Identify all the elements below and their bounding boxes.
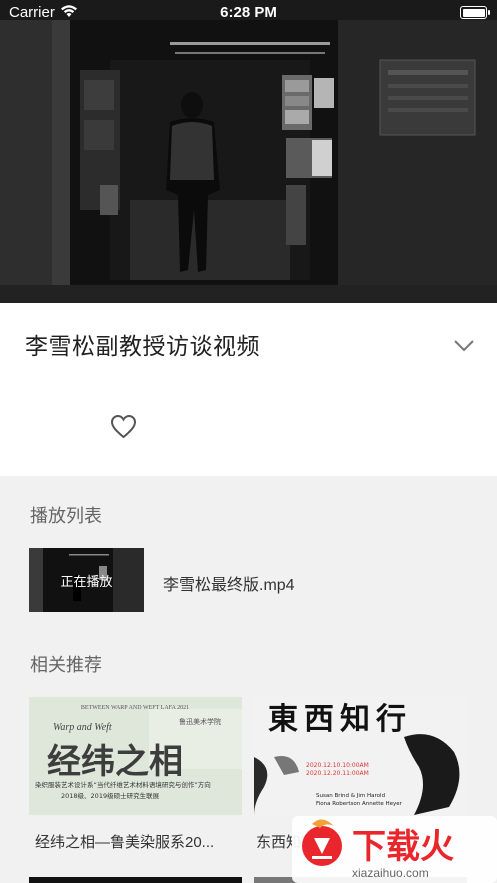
poster-2-date-1: 2020.12.10.10:00AM — [306, 762, 369, 769]
clock: 6:28 PM — [220, 4, 277, 21]
recommended-card-1-label[interactable]: 经纬之相—鲁美染服系20... — [35, 831, 240, 852]
next-card-edge — [29, 877, 242, 883]
screen: Carrier 6:28 PM 李雪松副教授访谈视频 播放列表 正在播放 李雪松… — [0, 0, 497, 883]
poster-2: 東西知行 2020.12.10.10:00AM 2020.12.20.11:00… — [254, 697, 467, 815]
watermark-text: 下载火 — [352, 827, 454, 867]
chevron-down-icon[interactable] — [452, 337, 476, 353]
site-watermark-logo: 下载火 xiazaihuo.com — [292, 816, 497, 883]
playlist-heading: 播放列表 — [30, 506, 102, 526]
poster-2-names-1: Susan Brind & Jim Harold — [316, 793, 385, 799]
poster-1-big-title: 经纬之相 — [47, 742, 183, 782]
video-player[interactable]: Carrier 6:28 PM — [0, 0, 497, 303]
recommended-card-2[interactable]: 東西知行 2020.12.10.10:00AM 2020.12.20.11:00… — [254, 697, 467, 815]
poster-1-school: 鲁迅美术学院 — [179, 717, 221, 726]
poster-2-date-2: 2020.12.20.11:00AM — [306, 770, 369, 777]
recommended-card-1[interactable]: BETWEEN WARP AND WEFT LAFA 2021 Warp and… — [29, 697, 242, 815]
poster-1-top-line: BETWEEN WARP AND WEFT LAFA 2021 — [81, 705, 189, 711]
poster-1: BETWEEN WARP AND WEFT LAFA 2021 Warp and… — [29, 697, 242, 815]
video-frame — [0, 0, 497, 303]
status-bar: Carrier 6:28 PM — [0, 0, 497, 26]
watermark-url: xiazaihuo.com — [352, 866, 429, 880]
recommended-heading: 相关推荐 — [30, 655, 102, 675]
playlist-item-name[interactable]: 李雪松最终版.mp4 — [163, 571, 295, 595]
now-playing-label: 正在播放 — [60, 573, 113, 589]
poster-2-names-2: Fiona Robertson Annette Heyer — [316, 801, 403, 807]
poster-1-desc-1: 染织服装艺术设计系“当代纤维艺术材料语境研究与创作”方向 — [35, 780, 211, 789]
poster-1-subtitle: Warp and Weft — [53, 722, 112, 733]
poster-2-big-title: 東西知行 — [268, 702, 412, 737]
playlist-item-thumbnail[interactable]: 正在播放 — [29, 548, 144, 612]
video-title: 李雪松副教授访谈视频 — [25, 333, 260, 359]
poster-1-desc-2: 2018级、2019级硕士研究生联展 — [61, 791, 160, 800]
battery-icon — [460, 6, 490, 19]
favorite-heart-icon[interactable] — [110, 414, 137, 439]
